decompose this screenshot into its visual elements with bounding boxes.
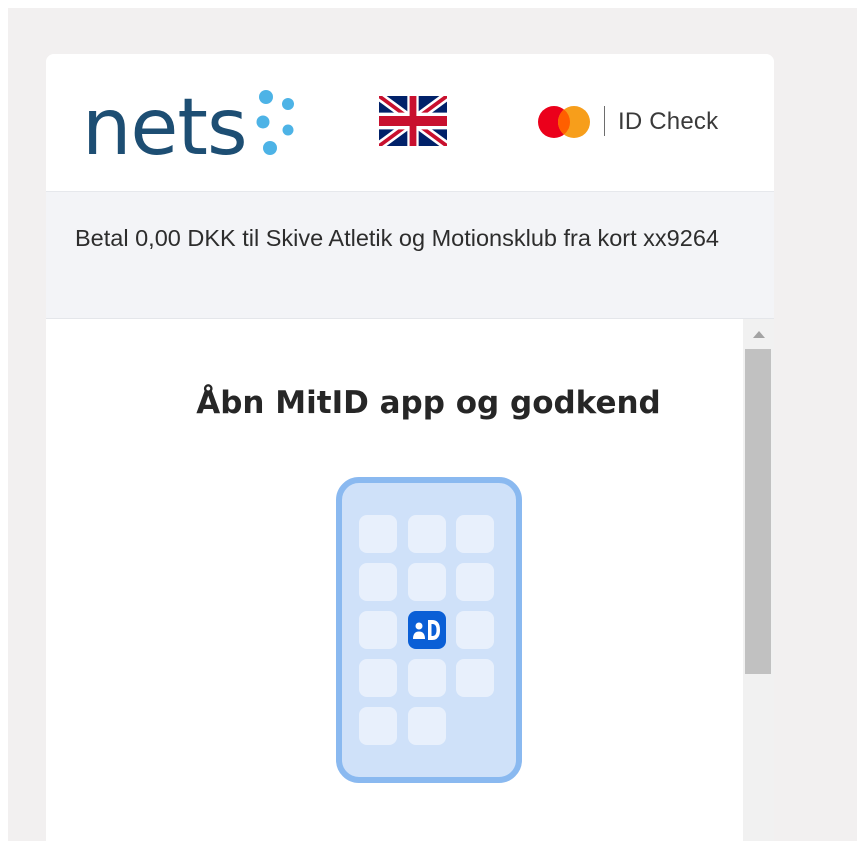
uk-flag-icon[interactable]: [379, 96, 447, 146]
phone-illustration: [336, 477, 522, 783]
nets-dot: [256, 115, 270, 129]
mitid-title: Åbn MitID app og godkend: [196, 385, 661, 421]
page-background-top: [0, 0, 857, 8]
nets-logo: nets: [82, 83, 294, 162]
header: nets ID Check: [46, 54, 774, 192]
nets-dot: [282, 98, 294, 110]
payment-description: Betal 0,00 DKK til Skive Atletik og Moti…: [75, 225, 719, 251]
mastercard-logo: [538, 106, 590, 138]
nets-dot: [263, 141, 277, 155]
id-check-divider: [604, 106, 605, 136]
nets-dot: [259, 90, 273, 104]
content-scrollbar[interactable]: [743, 319, 774, 841]
nets-logo-wordmark: nets: [82, 83, 247, 162]
nets-dot: [282, 124, 294, 136]
page-background-left: [0, 0, 8, 841]
payment-info-bar: Betal 0,00 DKK til Skive Atletik og Moti…: [46, 192, 774, 319]
mitid-app-icon: [408, 611, 446, 649]
scroll-up-arrow-icon[interactable]: [753, 331, 765, 338]
scroll-thumb[interactable]: [745, 349, 771, 674]
mitid-content-frame: Åbn MitID app og godkend: [46, 319, 743, 841]
payment-auth-card: nets ID Check Betal 0,00 DKK til Skive A…: [46, 54, 774, 841]
id-check-label: ID Check: [618, 108, 719, 135]
